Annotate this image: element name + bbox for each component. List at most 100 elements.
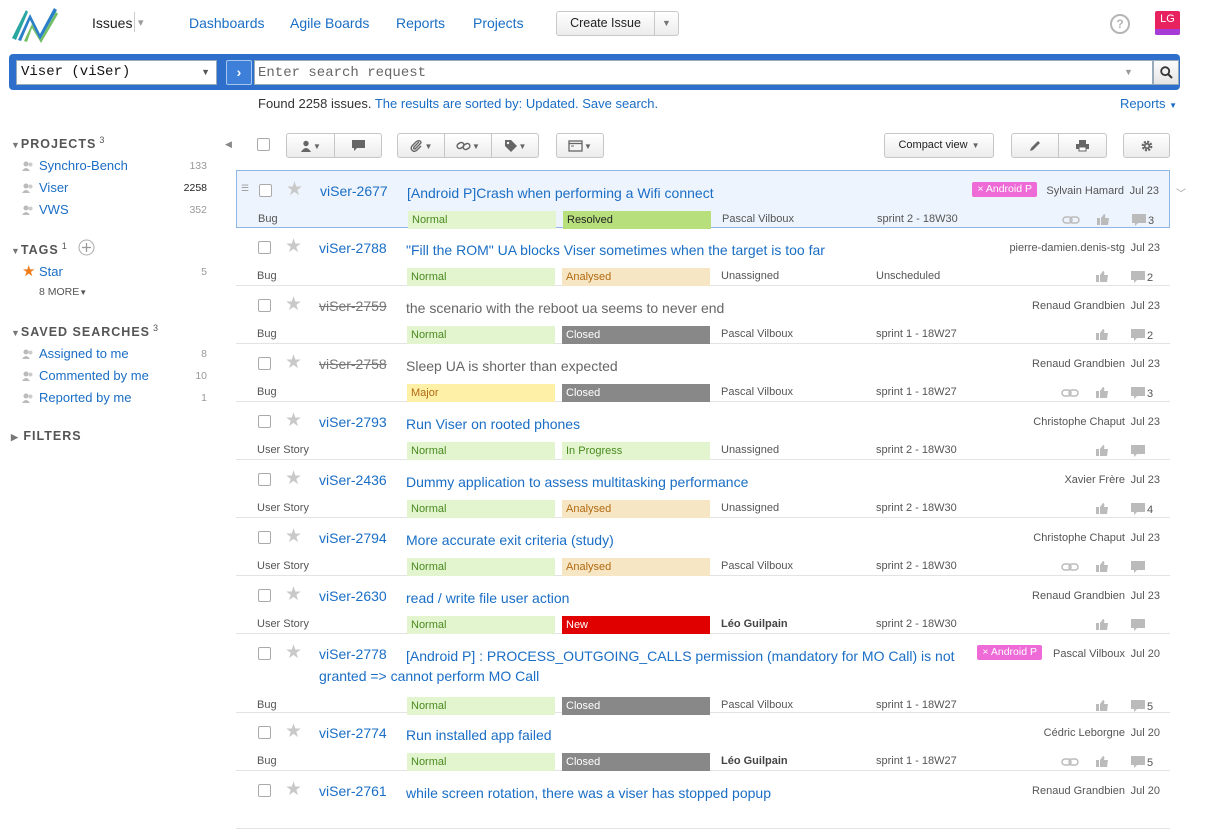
state-badge[interactable]: Analysed [562, 268, 710, 286]
assignee[interactable]: Léo Guilpain [721, 618, 788, 630]
youtrack-logo[interactable] [10, 4, 60, 44]
assignee[interactable]: Unassigned [721, 502, 779, 514]
vote-icon[interactable] [1095, 444, 1109, 457]
filters-section-header[interactable]: ▶ FILTERS [11, 429, 82, 443]
save-search-link[interactable]: Save search. [582, 96, 658, 111]
star-icon[interactable]: ★ [285, 467, 302, 490]
issue-checkbox[interactable] [259, 184, 272, 197]
add-tag-icon[interactable] [78, 239, 95, 256]
create-issue-button[interactable]: Create Issue ▼ [556, 11, 679, 36]
attach-button[interactable]: ▼ [398, 134, 445, 157]
sprint[interactable]: sprint 1 - 18W27 [876, 328, 957, 340]
sprint[interactable]: sprint 2 - 18W30 [876, 560, 957, 572]
priority-badge[interactable]: Normal [407, 442, 555, 460]
sidebar-saved-reported[interactable]: Reported by me 1 [22, 389, 207, 409]
comment-icon[interactable] [1130, 618, 1146, 632]
nav-projects[interactable]: Projects [473, 15, 524, 31]
assignee[interactable]: Pascal Vilboux [721, 560, 793, 572]
print-button[interactable] [1059, 134, 1106, 157]
avatar[interactable]: LG [1155, 11, 1180, 35]
vote-icon[interactable] [1095, 699, 1109, 712]
sprint[interactable]: sprint 2 - 18W30 [876, 502, 957, 514]
issue-row[interactable]: ★ viSer-2630 read / write file user action… [236, 576, 1170, 634]
vote-icon[interactable] [1095, 502, 1109, 515]
search-button[interactable] [1153, 60, 1179, 85]
nav-agile-boards[interactable]: Agile Boards [290, 15, 369, 31]
comment-icon[interactable] [1131, 213, 1147, 227]
issue-checkbox[interactable] [258, 241, 271, 254]
issue-summary-link[interactable]: [Android P] : PROCESS_OUTGOING_CALLS per… [319, 646, 959, 686]
nav-issues[interactable]: Issues [92, 15, 132, 31]
state-badge[interactable]: Closed [562, 384, 710, 402]
issue-row[interactable]: ★ viSer-2793 Run Viser on rooted phones Use… [236, 402, 1170, 460]
star-icon[interactable]: ★ [285, 351, 302, 374]
issue-checkbox[interactable] [258, 299, 271, 312]
issue-summary-link[interactable]: "Fill the ROM" UA blocks Viser sometimes… [406, 240, 966, 260]
sidebar-project-synchro-bench[interactable]: Synchro-Bench 133 [22, 157, 207, 177]
star-icon[interactable]: ★ [285, 583, 302, 606]
issue-row[interactable]: ★ viSer-2436 Dummy application to assess m… [236, 460, 1170, 518]
issue-summary-link[interactable]: Dummy application to assess multitasking… [406, 472, 966, 492]
search-history-icon[interactable]: ▼ [1124, 67, 1133, 77]
issue-id-link[interactable]: viSer-2793 [319, 414, 387, 430]
issue-checkbox[interactable] [258, 784, 271, 797]
vote-icon[interactable] [1096, 213, 1110, 226]
collapse-sidebar-icon[interactable]: ◀ [225, 139, 232, 150]
tags-section-header[interactable]: ▼TAGS 1 [11, 241, 68, 257]
assignee[interactable]: Pascal Vilboux [721, 699, 793, 711]
sprint[interactable]: sprint 1 - 18W27 [876, 699, 957, 711]
issue-id-link[interactable]: viSer-2758 [319, 356, 387, 372]
comment-icon[interactable] [1130, 699, 1146, 713]
issue-row[interactable]: ★ viSer-2778 [Android P] : PROCESS_OUTGOIN… [236, 634, 1170, 715]
create-issue-label[interactable]: Create Issue [557, 12, 655, 35]
compact-view-dropdown[interactable]: Compact view ▼ [884, 133, 994, 158]
link-button[interactable]: ▼ [445, 134, 492, 157]
issue-row[interactable]: ☰ ★ viSer-2677 [Android P]Crash when perfor… [236, 170, 1170, 229]
issue-summary-link[interactable]: read / write file user action [406, 588, 966, 608]
state-badge[interactable]: In Progress [562, 442, 710, 460]
state-badge[interactable]: Analysed [562, 500, 710, 518]
vote-icon[interactable] [1095, 560, 1109, 573]
priority-badge[interactable]: Normal [407, 616, 555, 634]
help-icon[interactable]: ? [1110, 14, 1130, 34]
link-icon[interactable] [1061, 388, 1079, 398]
issue-id-link[interactable]: viSer-2788 [319, 240, 387, 256]
view-options-segment[interactable]: ▼ [557, 134, 603, 157]
star-icon[interactable]: ★ [285, 778, 302, 801]
state-badge[interactable]: Analysed [562, 558, 710, 576]
settings-button[interactable] [1123, 133, 1170, 158]
star-icon[interactable]: ★ [285, 525, 302, 548]
sprint[interactable]: sprint 1 - 18W27 [876, 386, 957, 398]
comment-icon[interactable] [1130, 386, 1146, 400]
view-options-button[interactable]: ▼ [556, 133, 604, 158]
priority-badge[interactable]: Normal [407, 268, 555, 286]
star-icon[interactable]: ★ [285, 720, 302, 743]
sprint[interactable]: sprint 2 - 18W30 [877, 213, 958, 225]
settings-segment[interactable] [1124, 134, 1169, 157]
issue-id-link[interactable]: viSer-2761 [319, 783, 387, 799]
comment-icon[interactable] [1130, 502, 1146, 516]
chevron-down-icon[interactable]: ▼ [655, 12, 678, 35]
chevron-down-icon[interactable]: ▼ [201, 61, 210, 84]
priority-badge[interactable]: Normal [407, 326, 555, 344]
sidebar-tag-star[interactable]: ★ Star 5 [22, 263, 207, 283]
issue-row[interactable]: ★ viSer-2759 the scenario with the reboot … [236, 286, 1170, 344]
star-icon[interactable]: ★ [285, 235, 302, 258]
sprint[interactable]: Unscheduled [876, 270, 940, 282]
issue-id-link[interactable]: viSer-2677 [320, 183, 388, 199]
issue-summary-link[interactable]: Run installed app failed [406, 725, 966, 745]
more-tags-link[interactable]: 8 MORE▼ [39, 286, 87, 298]
assignee[interactable]: Pascal Vilboux [721, 386, 793, 398]
star-icon[interactable]: ★ [286, 178, 303, 201]
priority-badge[interactable]: Normal [407, 753, 555, 771]
issue-summary-link[interactable]: Sleep UA is shorter than expected [406, 356, 966, 376]
issue-row[interactable]: ★ viSer-2794 More accurate exit criteria (… [236, 518, 1170, 576]
issue-checkbox[interactable] [258, 415, 271, 428]
sidebar-project-viser[interactable]: Viser 2258 [22, 179, 207, 199]
nav-issues-dropdown-icon[interactable]: ▾ [134, 12, 144, 32]
nav-reports[interactable]: Reports [396, 15, 445, 31]
sprint[interactable]: sprint 2 - 18W30 [876, 444, 957, 456]
assign-button[interactable]: ▼ [287, 134, 335, 157]
issue-id-link[interactable]: viSer-2630 [319, 588, 387, 604]
saved-searches-section-header[interactable]: ▼SAVED SEARCHES 3 [11, 323, 159, 339]
